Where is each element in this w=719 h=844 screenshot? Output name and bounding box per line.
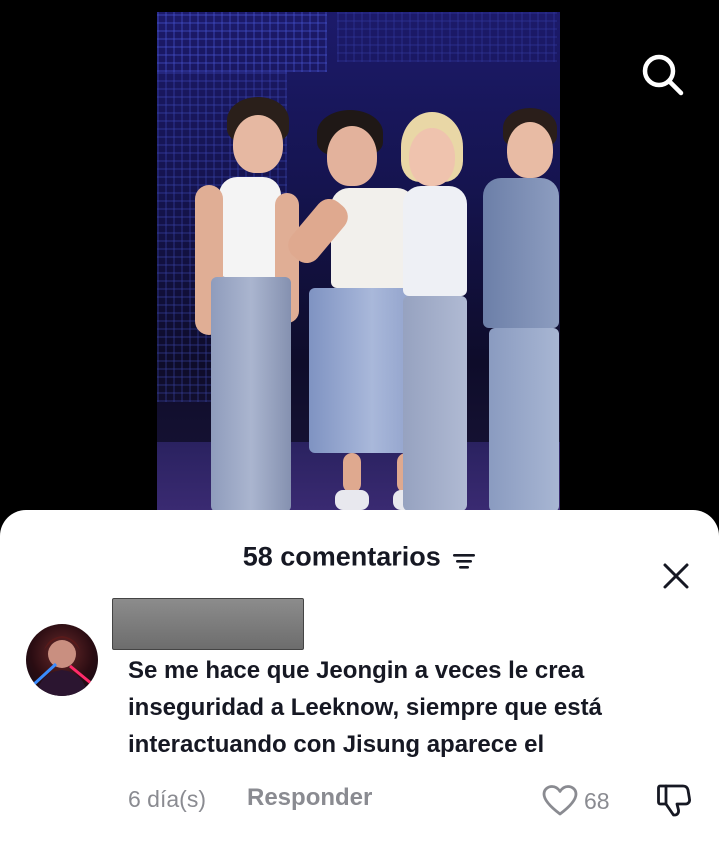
dislike-icon[interactable] <box>656 782 692 818</box>
stage-led-panel <box>157 12 327 72</box>
comment-item: Se me hace que Jeongin a veces le crea i… <box>0 596 719 826</box>
comments-header: 58 comentarios <box>0 532 719 589</box>
avatar[interactable] <box>26 624 98 696</box>
comment-text: Se me hace que Jeongin a veces le crea i… <box>128 657 602 758</box>
screen: 58 comentarios Se me hace que Jeongin a … <box>0 0 719 844</box>
performer-figure <box>189 97 299 512</box>
like-count: 68 <box>584 787 610 814</box>
username-redacted <box>112 598 304 650</box>
video-player[interactable] <box>157 12 560 512</box>
comments-sheet: 58 comentarios Se me hace que Jeongin a … <box>0 510 719 844</box>
reply-button[interactable]: Responder <box>247 784 372 812</box>
performer-figure <box>475 108 560 512</box>
stage-led-panel <box>337 12 557 62</box>
heart-icon <box>542 785 578 816</box>
performer-figure <box>391 112 481 512</box>
like-button[interactable]: 68 <box>542 784 610 818</box>
close-icon[interactable] <box>660 560 692 592</box>
comment-count-sort[interactable]: 58 comentarios <box>0 540 719 572</box>
comment-count: 58 comentarios <box>242 541 441 572</box>
search-icon[interactable] <box>636 48 690 102</box>
comment-date: 6 día(s) <box>128 786 206 812</box>
filter-icon[interactable] <box>452 547 476 569</box>
